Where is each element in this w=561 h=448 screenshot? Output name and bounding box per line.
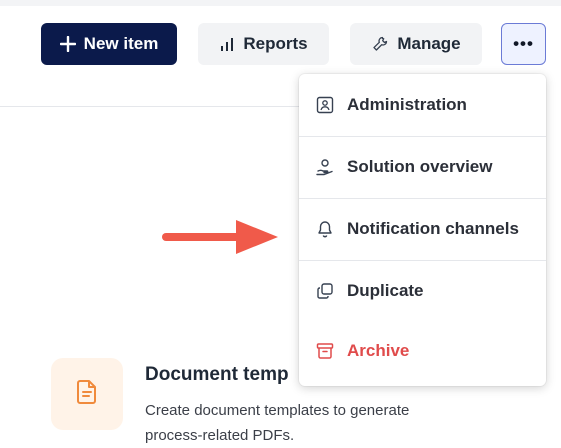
duplicate-icon <box>315 281 335 301</box>
menu-item-notification-channels[interactable]: Notification channels <box>299 199 546 259</box>
menu-item-archive[interactable]: Archive <box>299 321 546 381</box>
solution-overview-icon <box>315 157 335 177</box>
annotation-arrow <box>162 220 278 254</box>
menu-item-label: Administration <box>347 95 467 114</box>
wrench-icon <box>371 35 389 53</box>
document-template-icon-tile[interactable] <box>51 358 123 430</box>
reports-button[interactable]: Reports <box>198 23 329 65</box>
bell-icon <box>315 219 335 239</box>
reports-label: Reports <box>243 34 308 53</box>
menu-item-label: Solution overview <box>347 157 493 176</box>
more-options-button[interactable]: ••• <box>501 23 546 65</box>
card-description: Create document templates to generate pr… <box>145 402 410 444</box>
menu-item-solution-overview[interactable]: Solution overview <box>299 137 546 197</box>
more-options-menu: Administration Solution overview Notific… <box>299 74 546 386</box>
manage-label: Manage <box>397 34 461 53</box>
menu-item-label: Notification channels <box>347 219 519 238</box>
more-icon: ••• <box>513 34 534 53</box>
menu-item-label: Archive <box>347 341 410 360</box>
new-item-button[interactable]: New item <box>41 23 177 65</box>
archive-icon <box>315 341 335 361</box>
menu-item-label: Duplicate <box>347 281 424 300</box>
manage-button[interactable]: Manage <box>350 23 482 65</box>
menu-item-administration[interactable]: Administration <box>299 75 546 135</box>
plus-icon <box>59 36 76 52</box>
bar-chart-icon <box>219 36 235 52</box>
document-icon <box>75 379 99 410</box>
toolbar: New item Reports Manage ••• <box>0 0 561 70</box>
new-item-label: New item <box>83 34 159 53</box>
menu-item-duplicate[interactable]: Duplicate <box>299 261 546 321</box>
user-badge-icon <box>315 95 335 115</box>
card-title[interactable]: Document temp <box>145 364 289 386</box>
section-divider <box>0 106 300 107</box>
